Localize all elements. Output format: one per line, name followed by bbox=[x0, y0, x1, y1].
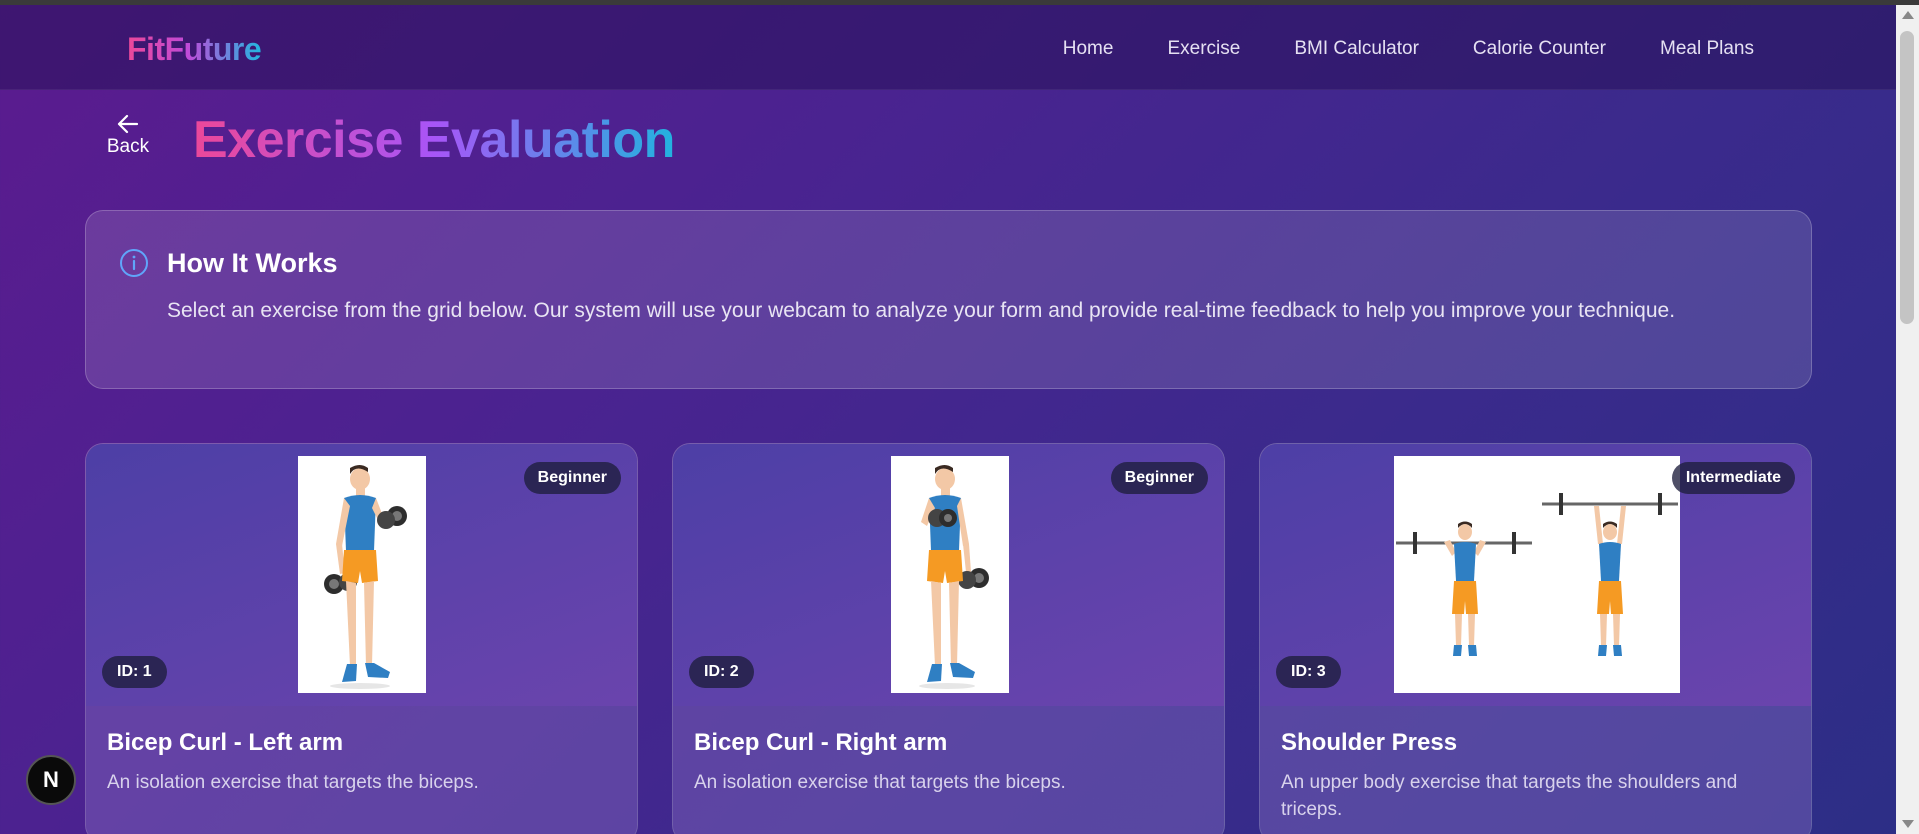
exercise-card-bicep-curl-right[interactable]: Beginner ID: 2 Bicep Curl - Right arm An… bbox=[672, 443, 1225, 834]
brand-logo[interactable]: FitFuture bbox=[127, 31, 262, 68]
shoulder-press-illustration bbox=[1394, 456, 1680, 693]
card-description: An isolation exercise that targets the b… bbox=[694, 772, 1066, 793]
nav-link-calorie-counter[interactable]: Calorie Counter bbox=[1473, 38, 1606, 60]
exercise-card-shoulder-press[interactable]: Intermediate ID: 3 Shoulder Press An upp… bbox=[1259, 443, 1812, 834]
bicep-curl-right-illustration bbox=[891, 456, 1009, 693]
scroll-down-arrow-icon[interactable] bbox=[1902, 820, 1914, 828]
id-badge: ID: 2 bbox=[689, 656, 754, 688]
back-label: Back bbox=[106, 136, 150, 157]
bicep-curl-left-illustration bbox=[298, 456, 426, 693]
nav-link-home[interactable]: Home bbox=[1063, 38, 1114, 60]
difficulty-badge: Intermediate bbox=[1671, 462, 1795, 494]
scroll-up-arrow-icon[interactable] bbox=[1902, 11, 1914, 19]
card-title: Shoulder Press bbox=[1281, 729, 1458, 756]
nextjs-dev-button[interactable]: N bbox=[26, 755, 76, 805]
nav-links: Home Exercise BMI Calculator Calorie Cou… bbox=[1063, 38, 1754, 60]
nav-link-meal-plans[interactable]: Meal Plans bbox=[1660, 38, 1754, 60]
info-text: Select an exercise from the grid below. … bbox=[167, 299, 1676, 322]
info-title: How It Works bbox=[167, 248, 338, 278]
difficulty-badge: Beginner bbox=[523, 462, 621, 494]
info-icon bbox=[120, 249, 148, 277]
exercise-card-bicep-curl-left[interactable]: Beginner ID: 1 Bicep Curl - Left arm An … bbox=[85, 443, 638, 834]
card-description: An isolation exercise that targets the b… bbox=[107, 772, 479, 793]
navbar: FitFuture Home Exercise BMI Calculator C… bbox=[0, 5, 1896, 90]
scrollbar-thumb[interactable] bbox=[1900, 31, 1914, 324]
back-button[interactable]: Back bbox=[103, 114, 153, 158]
page-title: Exercise Evaluation bbox=[193, 111, 675, 169]
card-title: Bicep Curl - Left arm bbox=[107, 729, 344, 756]
id-badge: ID: 1 bbox=[102, 656, 167, 688]
page-scrollbar[interactable] bbox=[1896, 5, 1919, 834]
nav-link-exercise[interactable]: Exercise bbox=[1167, 38, 1240, 60]
arrow-left-icon bbox=[117, 114, 139, 134]
nav-link-bmi-calculator[interactable]: BMI Calculator bbox=[1294, 38, 1419, 60]
card-title: Bicep Curl - Right arm bbox=[694, 729, 948, 756]
card-description: An upper body exercise that targets the … bbox=[1281, 772, 1738, 820]
id-badge: ID: 3 bbox=[1276, 656, 1341, 688]
how-it-works-panel: How It Works Select an exercise from the… bbox=[85, 210, 1812, 389]
difficulty-badge: Beginner bbox=[1110, 462, 1208, 494]
